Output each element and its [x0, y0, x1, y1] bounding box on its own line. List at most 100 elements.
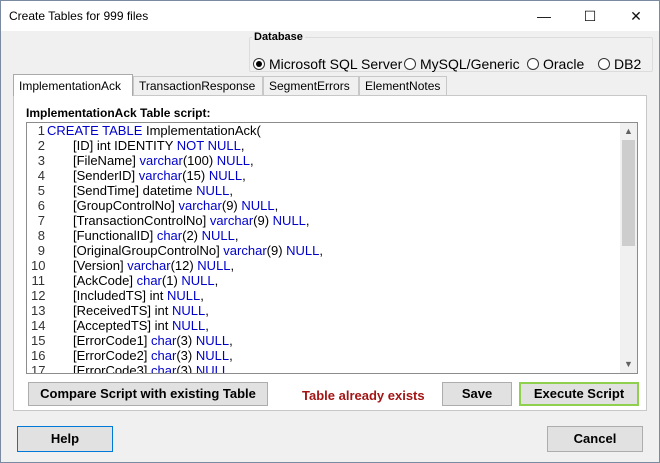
radio-icon[interactable]: [253, 58, 265, 70]
sql-text: ,: [229, 348, 233, 363]
sql-text: [GroupControlNo]: [73, 198, 179, 213]
cancel-button[interactable]: Cancel: [547, 426, 643, 452]
line-code: CREATE TABLE ImplementationAck(: [47, 123, 261, 138]
sql-text: ,: [214, 273, 219, 288]
script-line: 2 [ID] int IDENTITY NOT NULL,: [27, 138, 621, 153]
sql-text: ,: [229, 363, 233, 374]
radio-mysql[interactable]: MySQL/Generic: [404, 56, 520, 72]
sql-text: ,: [319, 243, 324, 258]
sql-keyword: char: [151, 333, 177, 348]
sql-text: [SenderID]: [73, 168, 139, 183]
sql-text: [FunctionalID]: [73, 228, 157, 243]
radio-db2[interactable]: DB2: [598, 56, 641, 72]
sql-text: [OriginalGroupControlNo]: [73, 243, 224, 258]
line-code: [ID] int IDENTITY NOT NULL,: [47, 138, 244, 153]
sql-keyword: NULL: [181, 273, 215, 288]
sql-text: (2): [182, 228, 202, 243]
script-line: 11 [AckCode] char(1) NULL,: [27, 273, 621, 288]
sql-text: [TransactionControlNo]: [73, 213, 210, 228]
line-number: 3: [37, 153, 45, 168]
tab-transactionresponse[interactable]: TransactionResponse: [133, 76, 263, 95]
script-line: 9 [OriginalGroupControlNo] varchar(9) NUL…: [27, 243, 621, 258]
sql-text: ,: [250, 153, 254, 168]
sql-keyword: NULL: [195, 363, 230, 374]
line-number: 13: [31, 303, 46, 318]
line-code: [ErrorCode2] char(3) NULL,: [47, 348, 233, 363]
line-code: [ReceivedTS] int NULL,: [47, 303, 209, 318]
sql-keyword: varchar: [138, 168, 183, 183]
tab-segmenterrors[interactable]: SegmentErrors: [263, 76, 359, 95]
sql-keyword: NULL: [166, 288, 201, 303]
sql-keyword: NULL: [196, 183, 230, 198]
help-button[interactable]: Help: [17, 426, 113, 452]
sql-text: (9): [266, 243, 287, 258]
scroll-thumb[interactable]: [622, 140, 635, 246]
compare-script-button[interactable]: Compare Script with existing Table: [28, 382, 268, 406]
database-legend: Database: [254, 31, 303, 43]
sql-text: [ErrorCode2]: [73, 348, 152, 363]
script-editor[interactable]: 1 CREATE TABLE ImplementationAck(2 [ID] in…: [26, 122, 638, 374]
sql-text: ,: [229, 333, 233, 348]
sql-text: (12): [170, 258, 198, 273]
sql-text: [AcceptedTS] int: [73, 318, 172, 333]
sql-text: [ErrorCode3]: [73, 363, 152, 374]
sql-keyword: char: [151, 363, 177, 374]
line-number: 7: [37, 213, 45, 228]
sql-keyword: NULL: [195, 348, 230, 363]
line-number: 6: [37, 198, 45, 213]
sql-keyword: NULL: [208, 168, 243, 183]
sql-text: ,: [240, 138, 245, 153]
sql-keyword: NULL: [172, 303, 206, 318]
maximize-icon[interactable]: ☐: [567, 1, 613, 31]
scroll-up-icon[interactable]: ▲: [620, 123, 637, 140]
sql-text: (9): [253, 213, 273, 228]
line-number: 14: [31, 318, 46, 333]
radio-oracle[interactable]: Oracle: [527, 56, 584, 72]
script-line: 15 [ErrorCode1] char(3) NULL,: [27, 333, 621, 348]
radio-label: Microsoft SQL Server: [269, 56, 403, 72]
sql-text: ,: [234, 228, 239, 243]
scroll-down-icon[interactable]: ▼: [620, 356, 637, 373]
script-label: ImplementationAck Table script:: [26, 106, 211, 120]
sql-keyword: NULL: [195, 333, 230, 348]
radio-icon[interactable]: [404, 58, 416, 70]
sql-text: (3): [176, 348, 196, 363]
script-line: 4 [SenderID] varchar(15) NULL,: [27, 168, 621, 183]
line-code: [FileName] varchar(100) NULL,: [47, 153, 254, 168]
radio-label: MySQL/Generic: [420, 56, 520, 72]
line-number: 11: [31, 273, 46, 288]
execute-script-button[interactable]: Execute Script: [519, 382, 639, 406]
radio-label: DB2: [614, 56, 642, 72]
tab-implementationack[interactable]: ImplementationAck: [13, 74, 133, 96]
save-button[interactable]: Save: [442, 382, 512, 406]
line-number: 12: [31, 288, 46, 303]
line-code: [FunctionalID] char(2) NULL,: [47, 228, 239, 243]
script-line: 8 [FunctionalID] char(2) NULL,: [27, 228, 621, 243]
tab-panel: ImplementationAck Table script: 1 CREATE …: [13, 95, 647, 411]
script-line: 14 [AcceptedTS] int NULL,: [27, 318, 621, 333]
sql-text: [ReceivedTS] int: [73, 303, 172, 318]
vertical-scrollbar[interactable]: ▲ ▼: [620, 123, 637, 373]
close-icon[interactable]: ✕: [613, 1, 659, 31]
minimize-icon[interactable]: —: [521, 1, 567, 31]
line-code: [ErrorCode3] char(3) NULL,: [47, 363, 233, 374]
tab-elementnotes[interactable]: ElementNotes: [359, 76, 447, 95]
sql-keyword: varchar: [178, 198, 222, 213]
line-code: [IncludedTS] int NULL,: [47, 288, 204, 303]
sql-text: [ErrorCode1]: [73, 333, 152, 348]
script-line: 5 [SendTime] datetime NULL,: [27, 183, 621, 198]
line-code: [SenderID] varchar(15) NULL,: [47, 168, 246, 183]
sql-text: ,: [274, 198, 279, 213]
sql-text: (15): [182, 168, 209, 183]
script-lines: 1 CREATE TABLE ImplementationAck(2 [ID] in…: [27, 123, 621, 374]
sql-text: [ID] int IDENTITY: [73, 138, 177, 153]
line-number: 4: [37, 168, 45, 183]
radio-mssql[interactable]: Microsoft SQL Server: [253, 56, 402, 72]
script-line: 1 CREATE TABLE ImplementationAck(: [27, 123, 621, 138]
line-number: 2: [37, 138, 45, 153]
sql-keyword: CREATE TABLE: [47, 123, 146, 138]
radio-icon[interactable]: [527, 58, 539, 70]
radio-icon[interactable]: [598, 58, 610, 70]
sql-text: (3): [176, 333, 196, 348]
sql-keyword: char: [136, 273, 162, 288]
